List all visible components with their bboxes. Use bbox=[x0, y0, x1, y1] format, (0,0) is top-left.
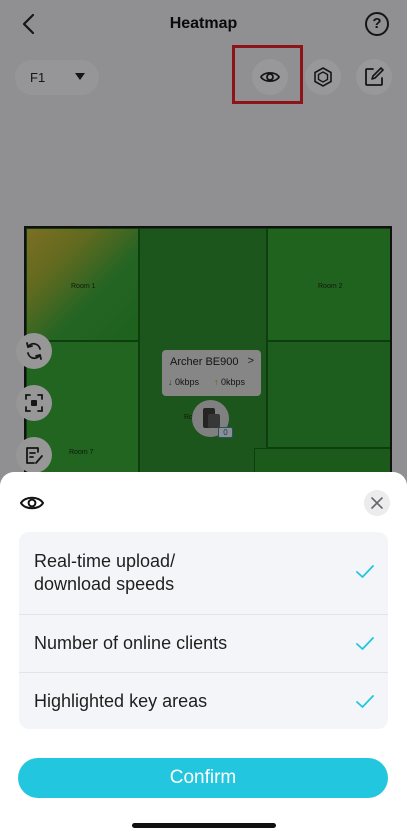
options-list: Real-time upload/ download speeds Number… bbox=[19, 532, 388, 729]
home-indicator bbox=[132, 823, 276, 828]
checkmark-icon bbox=[356, 695, 374, 708]
option-key-areas[interactable]: Highlighted key areas bbox=[19, 672, 388, 729]
option-label: Number of online clients bbox=[34, 633, 228, 653]
option-label: Real-time upload/ download speeds bbox=[34, 551, 176, 594]
close-icon bbox=[371, 497, 383, 509]
close-button[interactable] bbox=[364, 490, 390, 516]
heatmap-screen: Heatmap ? F1 Room 1 Room 2 Room 7 Ro Arc… bbox=[0, 0, 407, 835]
eye-icon bbox=[19, 496, 45, 510]
option-label: Highlighted key areas bbox=[34, 691, 208, 711]
view-options-sheet: Real-time upload/ download speeds Number… bbox=[0, 472, 407, 835]
option-speeds[interactable]: Real-time upload/ download speeds bbox=[19, 532, 388, 614]
confirm-button[interactable]: Confirm bbox=[18, 758, 388, 798]
checkmark-icon bbox=[356, 637, 374, 650]
checkmark-icon bbox=[356, 565, 374, 578]
option-clients[interactable]: Number of online clients bbox=[19, 614, 388, 672]
